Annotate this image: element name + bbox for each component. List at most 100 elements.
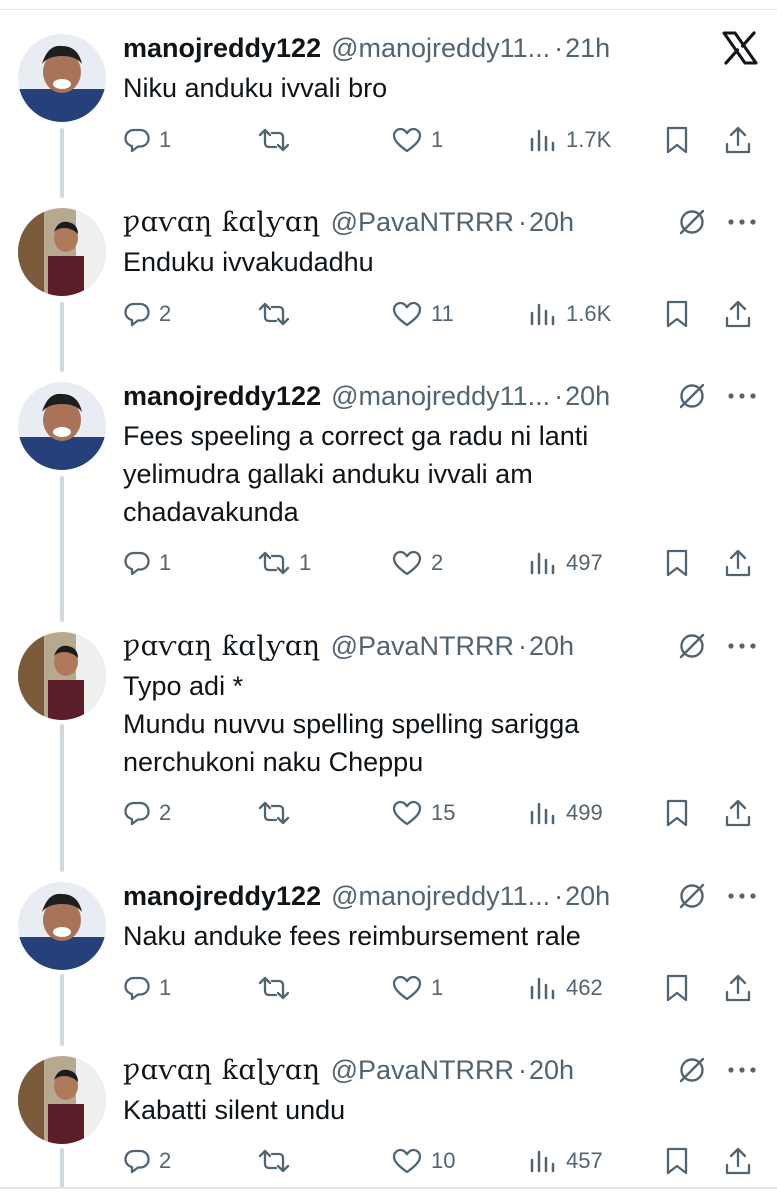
display-name[interactable]: manojreddy122 bbox=[123, 33, 321, 64]
more-button[interactable] bbox=[727, 202, 757, 242]
views-button[interactable]: 497 bbox=[528, 543, 603, 583]
tweet-text-line: nerchukoni naku Cheppu bbox=[123, 747, 424, 777]
separator-dot: · bbox=[518, 206, 528, 237]
user-handle[interactable]: @manojreddy11... bbox=[331, 381, 550, 412]
avatar[interactable] bbox=[18, 882, 106, 970]
tweet-text: Niku anduku ivvali bro bbox=[123, 69, 387, 107]
share-icon bbox=[723, 299, 753, 329]
bookmark-icon bbox=[663, 798, 691, 828]
timestamp[interactable]: 20h bbox=[529, 1055, 574, 1086]
more-button[interactable] bbox=[727, 1050, 757, 1090]
views-button[interactable]: 457 bbox=[528, 1141, 603, 1181]
grok-button[interactable] bbox=[676, 626, 708, 666]
reply-icon bbox=[123, 300, 151, 328]
reply-icon bbox=[123, 799, 151, 827]
tweet-text-line: Kabatti silent undu bbox=[123, 1095, 346, 1125]
reply-button[interactable]: 1 bbox=[123, 120, 171, 160]
heart-icon bbox=[391, 1147, 423, 1175]
avatar[interactable] bbox=[18, 1056, 106, 1144]
grok-button[interactable] bbox=[676, 1050, 708, 1090]
reply-button[interactable]: 1 bbox=[123, 968, 171, 1008]
user-handle[interactable]: @PavaNTRRR bbox=[331, 1055, 514, 1086]
bookmark-icon bbox=[663, 973, 691, 1003]
share-button[interactable] bbox=[723, 1141, 753, 1181]
bookmark-button[interactable] bbox=[663, 294, 691, 334]
share-button[interactable] bbox=[723, 543, 753, 583]
action-bar: 1 1 2 497 bbox=[123, 543, 763, 583]
view-count: 457 bbox=[566, 1148, 603, 1173]
bookmark-button[interactable] bbox=[663, 120, 691, 160]
reply-button[interactable]: 2 bbox=[123, 1141, 171, 1181]
views-button[interactable]: 499 bbox=[528, 793, 603, 833]
separator-dot: · bbox=[554, 32, 564, 63]
heart-icon bbox=[391, 549, 423, 577]
user-handle[interactable]: @PavaNTRRR bbox=[331, 631, 514, 662]
views-button[interactable]: 462 bbox=[528, 968, 603, 1008]
user-handle[interactable]: @PavaNTRRR bbox=[331, 207, 514, 238]
display-name[interactable]: ƿɑⱱɑƞ ƙɑɭƴɑƞ bbox=[123, 1055, 321, 1086]
reply-button[interactable]: 2 bbox=[123, 793, 171, 833]
like-button[interactable]: 11 bbox=[391, 294, 454, 334]
retweet-button[interactable]: 1 bbox=[257, 543, 311, 583]
display-name[interactable]: manojreddy122 bbox=[123, 381, 321, 412]
like-button[interactable]: 1 bbox=[391, 120, 443, 160]
bookmark-button[interactable] bbox=[663, 543, 691, 583]
like-button[interactable]: 10 bbox=[391, 1141, 455, 1181]
analytics-icon bbox=[528, 799, 558, 827]
grok-icon bbox=[676, 880, 708, 912]
avatar[interactable] bbox=[18, 632, 106, 720]
grok-button[interactable] bbox=[676, 876, 708, 916]
more-button[interactable] bbox=[727, 626, 757, 666]
display-name[interactable]: manojreddy122 bbox=[123, 881, 321, 912]
timestamp[interactable]: 20h bbox=[565, 881, 610, 912]
display-name[interactable]: ƿɑⱱɑƞ ƙɑɭƴɑƞ bbox=[123, 631, 321, 662]
avatar[interactable] bbox=[18, 34, 106, 122]
bookmark-button[interactable] bbox=[663, 793, 691, 833]
more-button[interactable] bbox=[727, 376, 757, 416]
reply-button[interactable]: 2 bbox=[123, 294, 171, 334]
retweet-icon bbox=[257, 549, 291, 577]
retweet-button[interactable] bbox=[257, 968, 299, 1008]
share-button[interactable] bbox=[723, 793, 753, 833]
retweet-button[interactable] bbox=[257, 793, 299, 833]
share-button[interactable] bbox=[723, 120, 753, 160]
like-button[interactable]: 15 bbox=[391, 793, 455, 833]
tweet-text-line: Mundu nuvvu spelling spelling sarigga bbox=[123, 709, 580, 739]
avatar[interactable] bbox=[18, 208, 106, 296]
bookmark-button[interactable] bbox=[663, 1141, 691, 1181]
tweet-text: Typo adi * Mundu nuvvu spelling spelling… bbox=[123, 667, 579, 781]
timestamp[interactable]: 20h bbox=[529, 631, 574, 662]
bookmark-icon bbox=[663, 125, 691, 155]
user-handle[interactable]: @manojreddy11... bbox=[331, 881, 550, 912]
reply-button[interactable]: 1 bbox=[123, 543, 171, 583]
views-button[interactable]: 1.6K bbox=[528, 294, 611, 334]
tweet-text-line: Fees speeling a correct ga radu ni lanti bbox=[123, 421, 589, 451]
like-button[interactable]: 1 bbox=[391, 968, 443, 1008]
bookmark-button[interactable] bbox=[663, 968, 691, 1008]
grok-button[interactable] bbox=[676, 202, 708, 242]
retweet-button[interactable] bbox=[257, 120, 299, 160]
grok-button[interactable] bbox=[676, 376, 708, 416]
tweet-text-line: Enduku ivvakudadhu bbox=[123, 247, 374, 277]
timestamp[interactable]: 21h bbox=[565, 33, 610, 64]
user-handle[interactable]: @manojreddy11... bbox=[331, 33, 550, 64]
action-bar: 2 15 499 bbox=[123, 793, 763, 833]
retweet-button[interactable] bbox=[257, 294, 299, 334]
tweet-text: Fees speeling a correct ga radu ni lanti… bbox=[123, 417, 588, 531]
more-icon bbox=[727, 1066, 757, 1074]
share-icon bbox=[723, 798, 753, 828]
like-button[interactable]: 2 bbox=[391, 543, 443, 583]
heart-icon bbox=[391, 300, 423, 328]
share-button[interactable] bbox=[723, 968, 753, 1008]
avatar[interactable] bbox=[18, 382, 106, 470]
views-button[interactable]: 1.7K bbox=[528, 120, 611, 160]
view-count: 1.7K bbox=[566, 127, 612, 152]
timestamp[interactable]: 20h bbox=[565, 381, 610, 412]
display-name[interactable]: ƿɑⱱɑƞ ƙɑɭƴɑƞ bbox=[123, 207, 321, 238]
timestamp[interactable]: 20h bbox=[529, 207, 574, 238]
more-button[interactable] bbox=[727, 876, 757, 916]
retweet-icon bbox=[257, 300, 291, 328]
reply-icon bbox=[123, 974, 151, 1002]
share-button[interactable] bbox=[723, 294, 753, 334]
retweet-button[interactable] bbox=[257, 1141, 299, 1181]
